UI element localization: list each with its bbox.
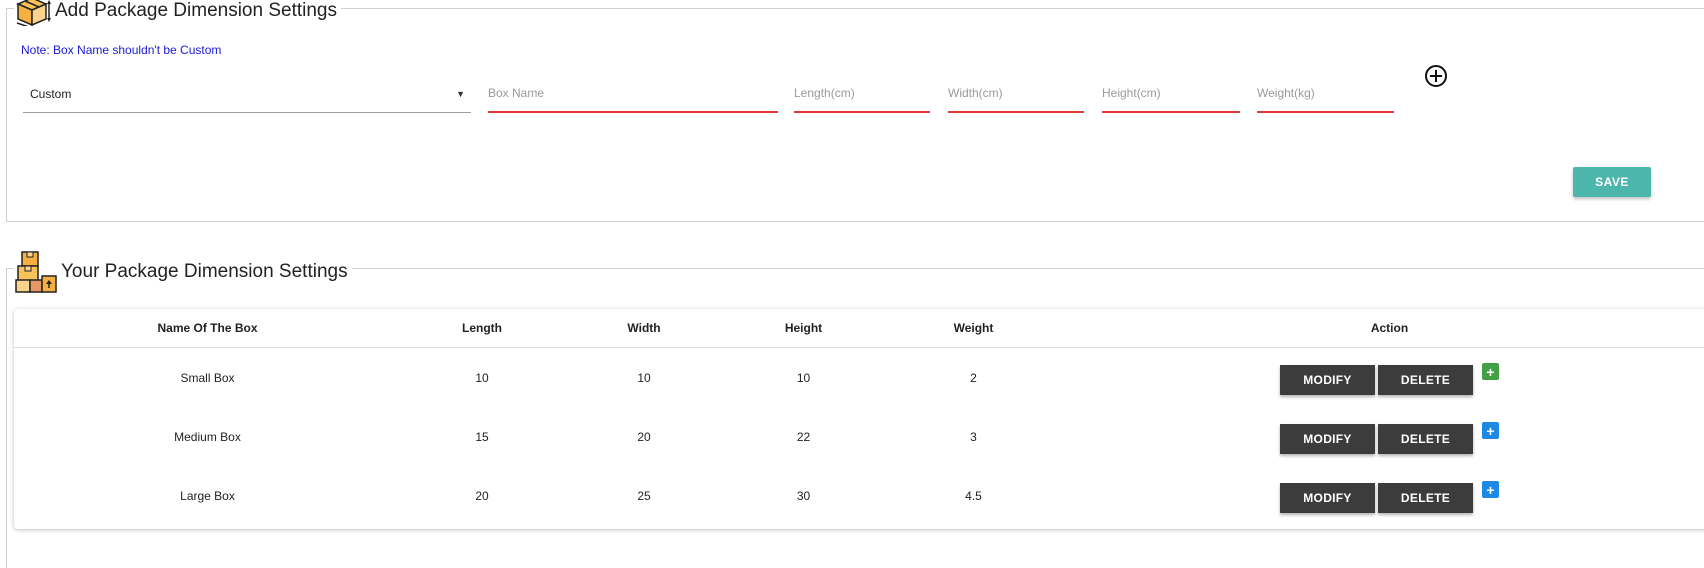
table-row: Small Box 10 10 10 2 MODIFY DELETE + <box>14 348 1704 408</box>
weight-wrapper <box>1257 75 1394 113</box>
col-header-width: Width <box>563 309 725 348</box>
delete-button[interactable]: DELETE <box>1378 364 1473 395</box>
col-header-height: Height <box>725 309 882 348</box>
cell-weight: 3 <box>970 429 977 444</box>
cell-height: 22 <box>796 429 811 444</box>
cell-actions: MODIFY DELETE + <box>1065 407 1704 466</box>
col-header-name: Name Of The Box <box>14 309 401 348</box>
length-input[interactable] <box>794 75 930 113</box>
col-header-action: Action <box>1065 309 1704 348</box>
save-button[interactable]: SAVE <box>1573 167 1651 197</box>
height-wrapper <box>1102 75 1240 113</box>
your-packages-panel: Your Package Dimension Settings Name Of … <box>6 249 1704 568</box>
package-box-icon <box>16 0 51 26</box>
box-name-note: Note: Box Name shouldn't be Custom <box>21 43 222 57</box>
cell-height: 10 <box>796 370 811 385</box>
circle-plus-icon <box>1430 70 1442 82</box>
cell-weight: 2 <box>970 370 977 385</box>
add-row-plus-icon[interactable]: + <box>1482 363 1499 380</box>
table-row: Large Box 20 25 30 4.5 MODIFY DELETE + <box>14 466 1704 525</box>
width-wrapper <box>948 75 1084 113</box>
cell-length: 20 <box>475 488 489 503</box>
cell-name: Large Box <box>180 488 235 503</box>
width-input[interactable] <box>948 75 1084 113</box>
col-header-weight: Weight <box>882 309 1065 348</box>
stacked-boxes-icon <box>15 251 57 293</box>
table-header-row: Name Of The Box Length Width Height Weig… <box>14 309 1704 348</box>
package-table-card: Name Of The Box Length Width Height Weig… <box>14 309 1704 529</box>
cell-width: 10 <box>637 370 651 385</box>
package-table: Name Of The Box Length Width Height Weig… <box>14 309 1704 525</box>
add-panel-title: Add Package Dimension Settings <box>55 0 337 21</box>
cell-weight: 4.5 <box>965 488 982 503</box>
cell-length: 15 <box>475 429 489 444</box>
list-panel-title: Your Package Dimension Settings <box>61 261 348 282</box>
cell-width: 25 <box>637 488 651 503</box>
cell-length: 10 <box>475 370 489 385</box>
box-name-wrapper <box>488 75 778 113</box>
modify-button[interactable]: MODIFY <box>1280 423 1375 454</box>
delete-button[interactable]: DELETE <box>1378 423 1473 454</box>
col-header-length: Length <box>401 309 563 348</box>
modify-button[interactable]: MODIFY <box>1280 482 1375 513</box>
cell-actions: MODIFY DELETE + <box>1065 466 1704 525</box>
box-type-selected: Custom <box>30 86 72 101</box>
add-package-panel: Add Package Dimension Settings Note: Box… <box>6 0 1704 222</box>
list-panel-legend: Your Package Dimension Settings <box>14 249 352 295</box>
box-name-input[interactable] <box>488 75 778 113</box>
height-input[interactable] <box>1102 75 1240 113</box>
delete-button[interactable]: DELETE <box>1378 482 1473 513</box>
modify-button[interactable]: MODIFY <box>1280 364 1375 395</box>
add-field-button[interactable] <box>1425 65 1447 87</box>
box-type-select[interactable]: Custom ▼ <box>23 75 471 113</box>
cell-name: Small Box <box>180 370 235 385</box>
chevron-down-icon: ▼ <box>456 88 465 99</box>
weight-input[interactable] <box>1257 75 1394 113</box>
cell-actions: MODIFY DELETE + <box>1065 348 1704 408</box>
add-panel-legend: Add Package Dimension Settings <box>14 0 341 26</box>
cell-name: Medium Box <box>174 429 241 444</box>
add-row-plus-icon[interactable]: + <box>1482 481 1499 498</box>
length-wrapper <box>794 75 930 113</box>
add-row-plus-icon[interactable]: + <box>1482 422 1499 439</box>
cell-height: 30 <box>796 488 811 503</box>
table-row: Medium Box 15 20 22 3 MODIFY DELETE + <box>14 407 1704 466</box>
cell-width: 20 <box>637 429 651 444</box>
